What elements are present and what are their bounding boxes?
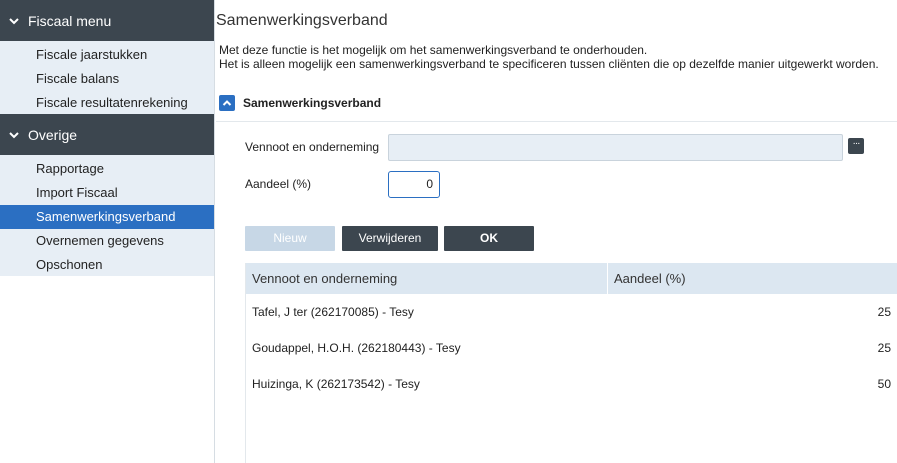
sidebar-group-overige[interactable]: Overige	[0, 114, 214, 155]
share-label: Aandeel (%)	[245, 177, 312, 191]
sidebar-group-items: Fiscale jaarstukken Fiscale balans Fisca…	[0, 41, 214, 114]
main-content: Samenwerkingsverband Met deze functie is…	[216, 0, 897, 463]
delete-button[interactable]: Verwijderen	[342, 226, 438, 251]
sidebar-item-import-fiscaal[interactable]: Import Fiscaal	[0, 181, 214, 205]
sidebar-item-overnemen-gegevens[interactable]: Overnemen gegevens	[0, 229, 214, 253]
sidebar-item-opschonen[interactable]: Opschonen	[0, 253, 214, 277]
cell-share: 25	[877, 341, 891, 355]
sidebar-item-fiscale-balans[interactable]: Fiscale balans	[0, 67, 214, 91]
partner-input[interactable]	[388, 134, 843, 161]
collapse-button[interactable]	[219, 95, 235, 111]
partner-label: Vennoot en onderneming	[245, 140, 380, 154]
new-button[interactable]: Nieuw	[245, 226, 335, 251]
description-line: Het is alleen mogelijk een samenwerkings…	[219, 57, 879, 71]
sidebar: Fiscaal menu Fiscale jaarstukken Fiscale…	[0, 0, 215, 463]
chevron-up-icon	[222, 100, 232, 106]
sidebar-item-fiscale-resultatenrekening[interactable]: Fiscale resultatenrekening	[0, 91, 214, 115]
section-title: Samenwerkingsverband	[243, 96, 382, 110]
partners-table: Vennoot en onderneming Aandeel (%) Tafel…	[245, 263, 897, 463]
section-header[interactable]: Samenwerkingsverband	[219, 94, 381, 112]
ok-button[interactable]: OK	[444, 226, 534, 251]
table-row[interactable]: Goudappel, H.O.H. (262180443) - Tesy 25	[246, 330, 897, 366]
sidebar-group-items: Rapportage Import Fiscaal Samenwerkingsv…	[0, 155, 214, 276]
cell-partner: Huizinga, K (262173542) - Tesy	[252, 377, 420, 391]
sidebar-group-title: Overige	[28, 126, 78, 143]
sidebar-group-title: Fiscaal menu	[28, 12, 112, 29]
column-header-partner[interactable]: Vennoot en onderneming	[246, 263, 608, 294]
sidebar-group-fiscaal-menu[interactable]: Fiscaal menu	[0, 0, 214, 41]
section-divider	[216, 121, 897, 122]
cell-share: 25	[877, 305, 891, 319]
page-title: Samenwerkingsverband	[216, 12, 388, 29]
cell-partner: Goudappel, H.O.H. (262180443) - Tesy	[252, 341, 461, 355]
chevron-down-icon	[9, 131, 19, 138]
table-header: Vennoot en onderneming Aandeel (%)	[246, 263, 897, 294]
chevron-down-icon	[9, 17, 19, 24]
cell-partner: Tafel, J ter (262170085) - Tesy	[252, 305, 414, 319]
table-row[interactable]: Tafel, J ter (262170085) - Tesy 25	[246, 294, 897, 330]
sidebar-item-rapportage[interactable]: Rapportage	[0, 157, 214, 181]
page-description: Met deze functie is het mogelijk om het …	[219, 43, 879, 71]
cell-share: 50	[877, 377, 891, 391]
sidebar-item-samenwerkingsverband[interactable]: Samenwerkingsverband	[0, 205, 214, 229]
table-row[interactable]: Huizinga, K (262173542) - Tesy 50	[246, 366, 897, 402]
ellipsis-icon[interactable]: ···	[848, 138, 864, 154]
sidebar-item-fiscale-jaarstukken[interactable]: Fiscale jaarstukken	[0, 43, 214, 67]
column-header-share[interactable]: Aandeel (%)	[608, 263, 897, 294]
share-input[interactable]: 0	[388, 171, 440, 198]
description-line: Met deze functie is het mogelijk om het …	[219, 43, 648, 57]
